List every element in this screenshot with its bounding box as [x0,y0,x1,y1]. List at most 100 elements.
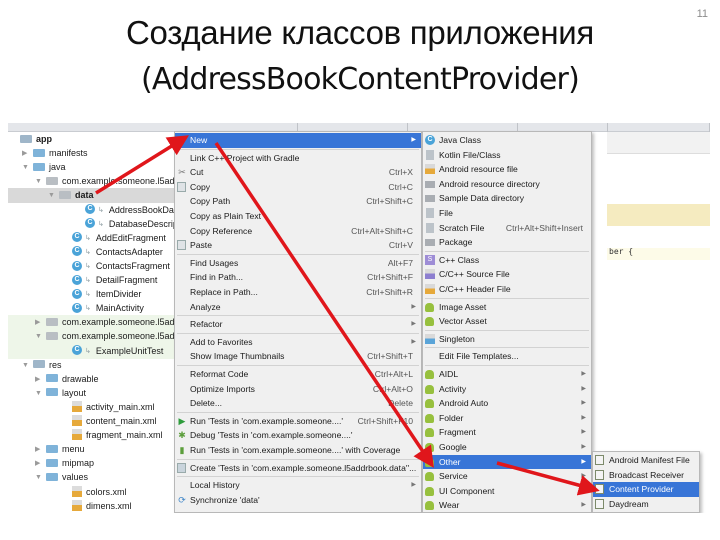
menu-item-image-asset[interactable]: Image Asset [423,300,591,315]
menu-item-cut[interactable]: ✂ Cut Ctrl+X [175,165,421,180]
menu-item-android-manifest-file[interactable]: Android Manifest File [593,453,699,468]
menu-item-c-class[interactable]: S C++ Class [423,253,591,268]
menu-item-reformat-code[interactable]: Reformat Code Ctrl+Alt+L [175,367,421,382]
menu-item-sample-data-directory[interactable]: Sample Data directory [423,191,591,206]
expand-arrow-icon[interactable]: ▶ [35,315,40,330]
tree-item[interactable]: colors.xml [8,485,176,500]
menu-item-copy-path[interactable]: Copy Path Ctrl+Shift+C [175,194,421,209]
tree-item[interactable]: app [8,132,176,147]
menu-item-broadcast-receiver[interactable]: Broadcast Receiver [593,468,699,483]
tree-item[interactable]: ▶ com.example.someone.l5addrb [8,315,188,331]
context-menu: New ▶ Link C++ Project with Gradle ✂ Cut Ctrl… [174,131,422,513]
collapse-arrow-icon[interactable]: ▼ [35,470,42,485]
tree-item[interactable]: C ↳ DatabaseDescription [8,217,192,232]
menu-item-c-c-header-file[interactable]: C/C++ Header File [423,282,591,297]
tree-item[interactable]: C ↳ ContactsAdapter [8,245,176,260]
menu-item-label: Image Asset [439,301,487,312]
menu-item-create-tests-in-com-example-someone-l5addrbook-data[interactable]: Create 'Tests in 'com.example.someone.l5… [175,461,421,476]
menu-item-scratch-file[interactable]: Scratch File Ctrl+Alt+Shift+Insert [423,221,591,236]
java-class-icon: C [425,135,435,145]
menu-item-delete[interactable]: Delete... Delete [175,396,421,411]
collapse-arrow-icon[interactable]: ▼ [35,386,42,401]
menu-item-optimize-imports[interactable]: Optimize Imports Ctrl+Alt+O [175,382,421,397]
menu-item-local-history[interactable]: Local History ▶ [175,478,421,493]
tree-item[interactable]: C ↳ MainActivity [8,301,176,316]
editor-tab[interactable] [608,123,710,132]
menu-item-android-resource-directory[interactable]: Android resource directory [423,177,591,192]
menu-item-run-tests-in-com-example-someone[interactable]: ▶ Run 'Tests in 'com.example.someone....'… [175,414,421,429]
tree-item[interactable]: content_main.xml [8,414,176,429]
menu-item-link-c-project-with-gradle[interactable]: Link C++ Project with Gradle [175,151,421,166]
menu-item-copy[interactable]: Copy Ctrl+C [175,180,421,195]
expand-arrow-icon[interactable]: ▶ [35,372,40,387]
menu-item-kotlin-file-class[interactable]: Kotlin File/Class [423,148,591,163]
menu-item-folder[interactable]: Folder ▶ [423,411,591,426]
menu-item-content-provider[interactable]: Content Provider [593,482,699,497]
menu-item-copy-reference[interactable]: Copy Reference Ctrl+Alt+Shift+C [175,224,421,239]
collapse-arrow-icon[interactable]: ▼ [22,160,29,175]
menu-item-android-auto[interactable]: Android Auto ▶ [423,396,591,411]
menu-item-activity[interactable]: Activity ▶ [423,382,591,397]
menu-item-wear[interactable]: Wear ▶ [423,498,591,513]
menu-item-other[interactable]: Other ▶ [423,454,591,470]
menu-item-add-to-favorites[interactable]: Add to Favorites ▶ [175,335,421,350]
menu-item-ui-component[interactable]: UI Component ▶ [423,484,591,499]
menu-item-find-usages[interactable]: Find Usages Alt+F7 [175,256,421,271]
tree-item[interactable]: ▼ res [8,358,176,373]
tree-item[interactable]: fragment_main.xml [8,428,176,443]
tree-item[interactable]: ▼ com.example.someone.l5addrb [8,174,188,189]
menu-item-refactor[interactable]: Refactor ▶ [175,317,421,332]
resource-file-icon [425,164,435,175]
menu-item-edit-file-templates[interactable]: Edit File Templates... [423,349,591,364]
expand-arrow-icon[interactable]: ▶ [35,442,40,457]
tree-item[interactable]: ▼ java [8,160,176,175]
menu-item-run-tests-in-com-example-someone-with-coverage[interactable]: ▮ Run 'Tests in 'com.example.someone....'… [175,443,421,458]
menu-item-copy-as-plain-text[interactable]: Copy as Plain Text [175,209,421,224]
tree-item[interactable]: ▶ manifests [8,146,176,161]
submenu-arrow-icon: ▶ [581,473,586,480]
menu-item-fragment[interactable]: Fragment ▶ [423,425,591,440]
menu-item-new[interactable]: New ▶ [175,133,421,148]
java-class-icon: C [72,274,82,285]
tree-item[interactable]: C ↳ AddEditFragment [8,231,176,246]
tree-item[interactable]: ▼ data [8,188,176,204]
menu-item-package[interactable]: Package [423,235,591,250]
menu-item-show-image-thumbnails[interactable]: Show Image Thumbnails Ctrl+Shift+T [175,349,421,364]
collapse-arrow-icon[interactable]: ▼ [48,188,55,203]
menu-item-analyze[interactable]: Analyze ▶ [175,300,421,315]
menu-item-java-class[interactable]: C Java Class [423,133,591,148]
menu-item-singleton[interactable]: Singleton [423,332,591,347]
menu-item-synchronize-data[interactable]: ⟳ Synchronize 'data' [175,493,421,508]
expand-arrow-icon[interactable]: ▶ [35,456,40,471]
tree-item[interactable]: ▼ com.example.someone.l5addrb [8,329,188,345]
collapse-arrow-icon[interactable]: ▼ [22,358,29,373]
menu-item-vector-asset[interactable]: Vector Asset [423,314,591,329]
tree-item[interactable]: ▶ mipmap [8,456,176,471]
tree-item[interactable]: ▶ drawable [8,372,176,387]
menu-item-aidl[interactable]: AIDL ▶ [423,367,591,382]
tree-item[interactable]: C ↳ ItemDivider [8,287,176,302]
menu-item-find-in-path[interactable]: Find in Path... Ctrl+Shift+F [175,270,421,285]
menu-item-paste[interactable]: Paste Ctrl+V [175,238,421,253]
menu-item-replace-in-path[interactable]: Replace in Path... Ctrl+Shift+R [175,285,421,300]
tree-item[interactable]: dimens.xml [8,499,176,513]
collapse-arrow-icon[interactable]: ▼ [35,329,42,344]
menu-item-android-resource-file[interactable]: Android resource file [423,162,591,177]
tree-item[interactable]: ▼ layout [8,386,176,401]
menu-item-service[interactable]: Service ▶ [423,469,591,484]
tree-item[interactable]: C ↳ AddressBookDatabas [8,203,196,218]
expand-arrow-icon[interactable]: ▶ [22,146,27,161]
menu-item-google[interactable]: Google ▶ [423,440,591,455]
tree-item[interactable]: C ↳ ExampleUnitTest [8,343,176,359]
tree-item[interactable]: ▶ menu [8,442,176,457]
menu-item-daydream[interactable]: Daydream [593,497,699,512]
menu-item-c-c-source-file[interactable]: C/C++ Source File [423,267,591,282]
menu-item-debug-tests-in-com-example-someone[interactable]: ✱ Debug 'Tests in 'com.example.someone...… [175,428,421,443]
tree-item[interactable]: C ↳ ContactsFragment [8,259,176,274]
tree-item[interactable]: C ↳ DetailFragment [8,273,176,288]
tree-item[interactable]: ▼ values [8,470,176,485]
collapse-arrow-icon[interactable]: ▼ [35,174,42,189]
menu-item-file[interactable]: File [423,206,591,221]
tree-item[interactable]: activity_main.xml [8,400,176,415]
submenu-arrow-icon: ▶ [581,385,586,392]
